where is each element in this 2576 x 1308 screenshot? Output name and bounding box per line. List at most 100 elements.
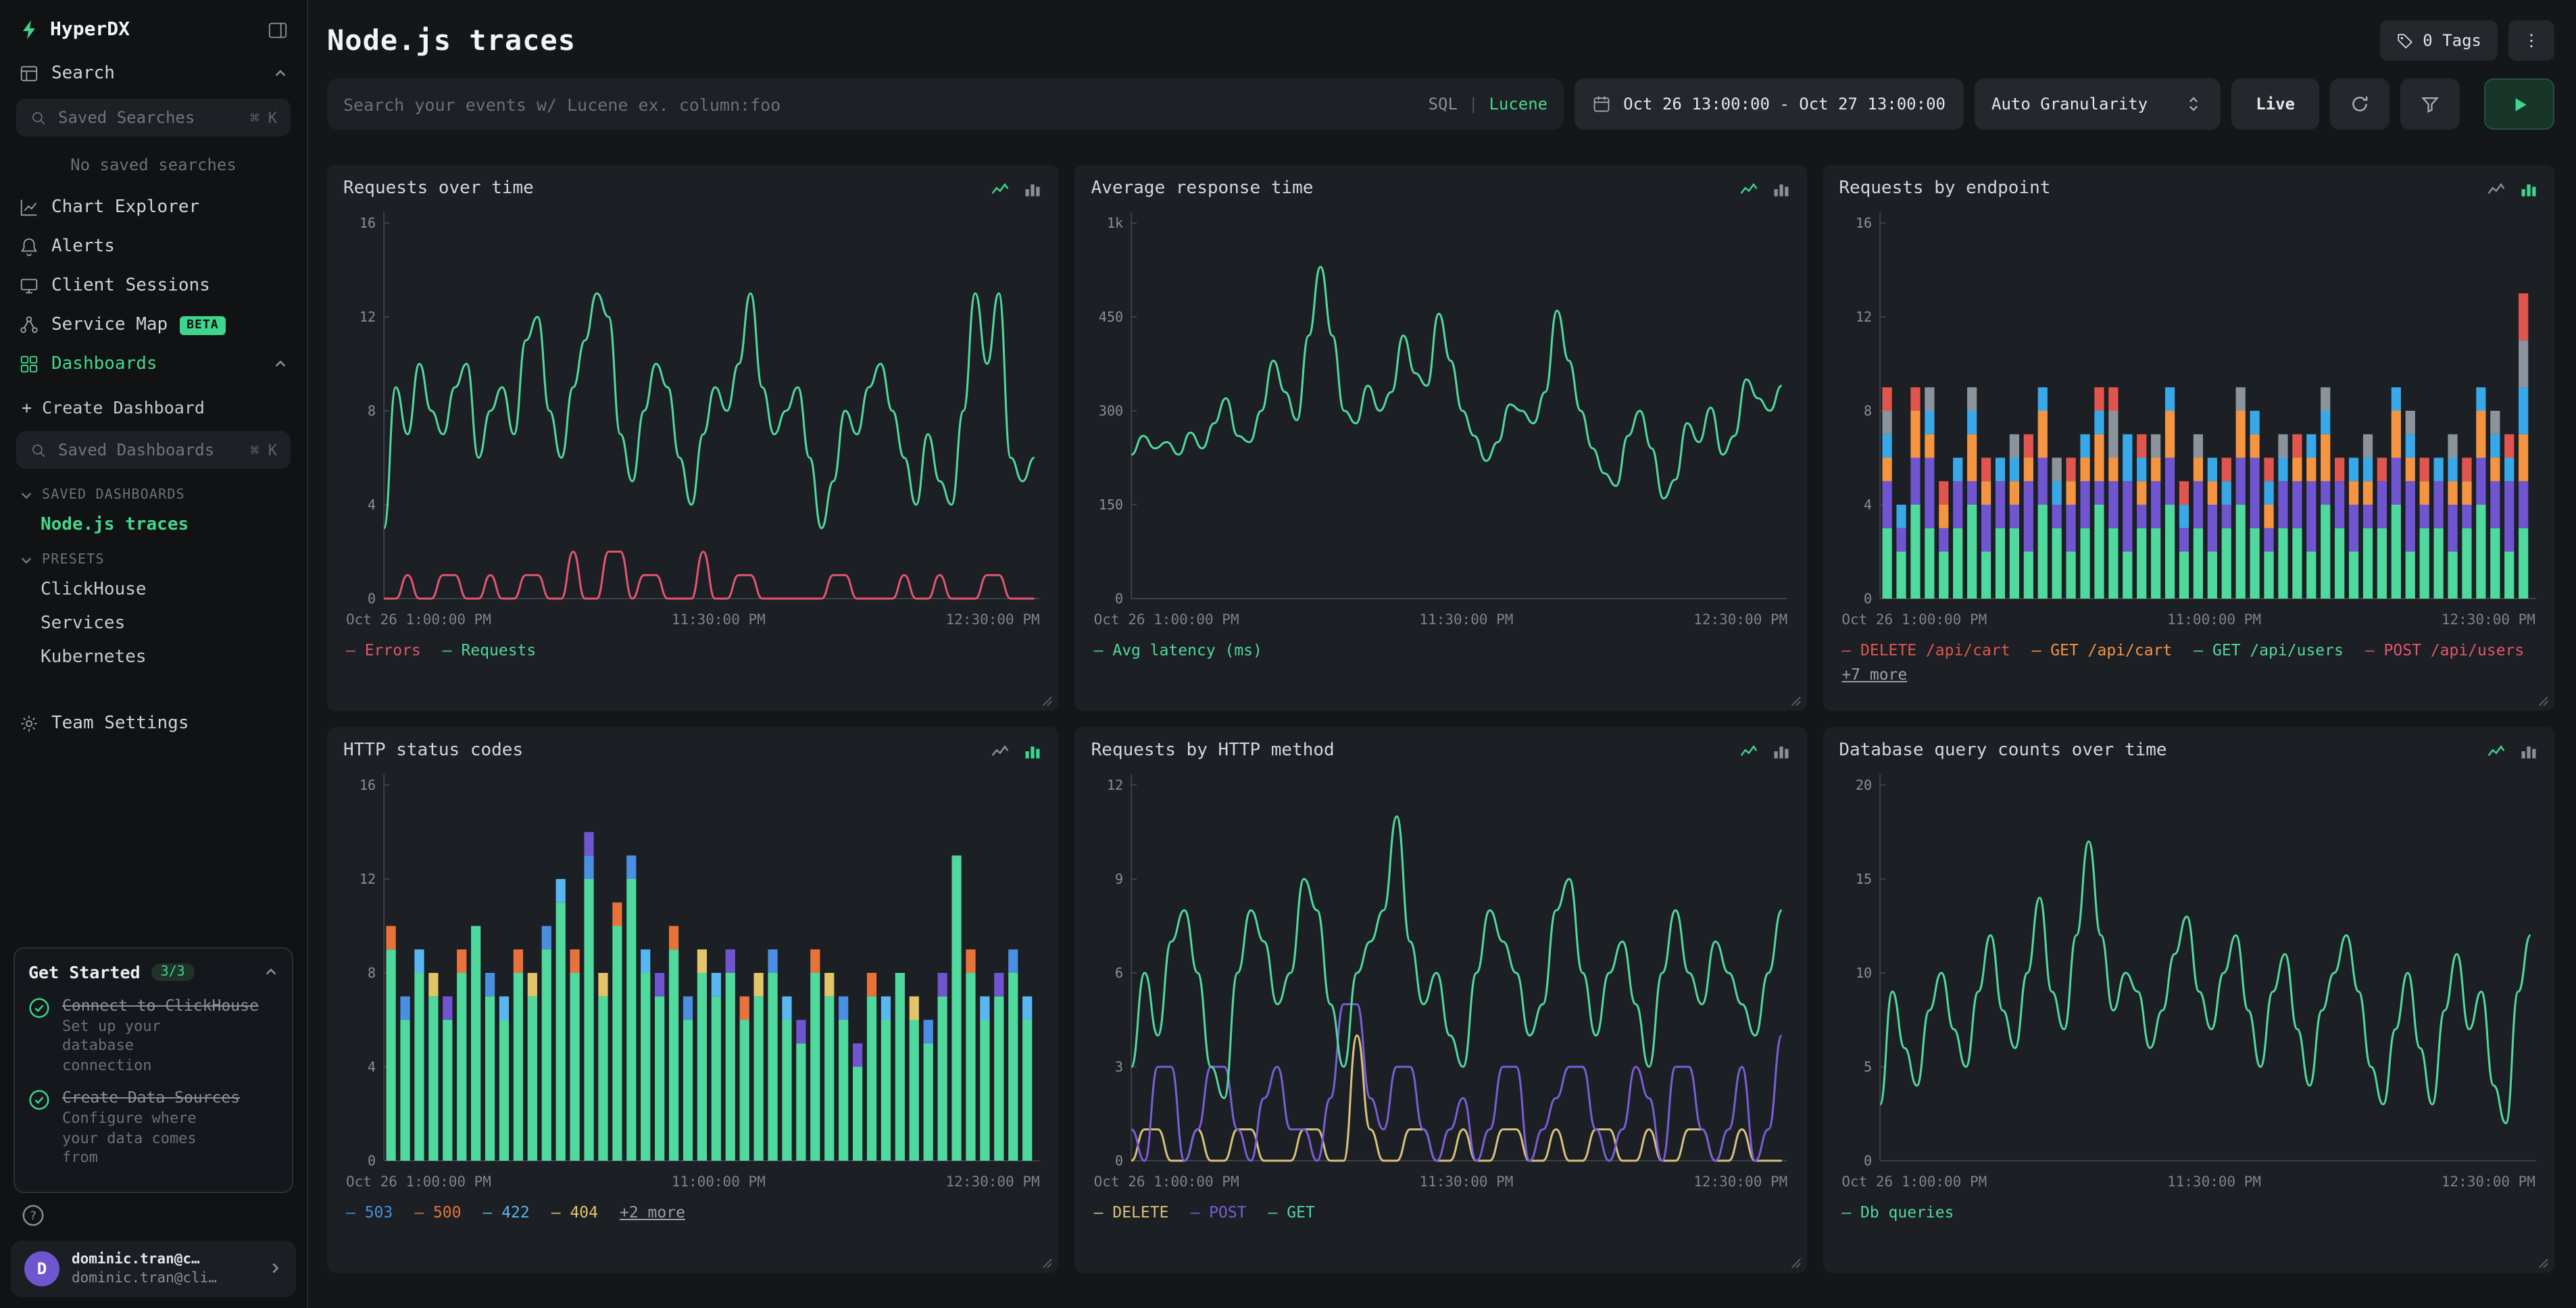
lucene-toggle[interactable]: Lucene bbox=[1489, 95, 1547, 114]
chart-card-database-query-counts: Database query counts over time 05101520… bbox=[1823, 727, 2554, 1273]
chevron-right-icon bbox=[268, 1261, 282, 1276]
saved-dashboards-input[interactable]: Saved Dashboards ⌘ K bbox=[16, 431, 291, 469]
check-circle-icon bbox=[28, 997, 50, 1076]
sidebar-preset-clickhouse[interactable]: ClickHouse bbox=[0, 573, 307, 607]
chart-plot[interactable]: 0481216 bbox=[343, 204, 1043, 609]
x-axis-label: 12:30:00 PM bbox=[2442, 1174, 2535, 1190]
legend-item[interactable]: — GET bbox=[1268, 1203, 1315, 1224]
refresh-button[interactable] bbox=[2330, 78, 2389, 130]
line-chart-toggle-icon[interactable] bbox=[1739, 179, 1758, 198]
bar-chart-toggle-icon[interactable] bbox=[1771, 741, 1790, 760]
legend-item[interactable]: — POST /api/users bbox=[2365, 640, 2524, 659]
bar-chart-toggle-icon[interactable] bbox=[1024, 741, 1043, 760]
resize-handle-icon[interactable] bbox=[2537, 1257, 2549, 1269]
filter-button[interactable] bbox=[2400, 78, 2460, 130]
legend-item[interactable]: — DELETE bbox=[1094, 1203, 1169, 1224]
tags-button[interactable]: 0 Tags bbox=[2379, 20, 2498, 61]
bar-chart-toggle-icon[interactable] bbox=[1771, 179, 1790, 198]
sidebar-item-search[interactable]: Search bbox=[0, 54, 307, 93]
chart-plot[interactable]: 05101520 bbox=[1839, 766, 2538, 1172]
resize-handle-icon[interactable] bbox=[1789, 1257, 1801, 1269]
resize-handle-icon[interactable] bbox=[1041, 1257, 1054, 1269]
get-started-item-desc: Set up your database connection bbox=[62, 1017, 224, 1076]
legend-more-link[interactable]: +2 more bbox=[620, 1203, 685, 1224]
line-chart-toggle-icon[interactable] bbox=[991, 179, 1010, 198]
line-chart-toggle-icon[interactable] bbox=[991, 741, 1010, 760]
sql-toggle[interactable]: SQL bbox=[1429, 95, 1458, 114]
resize-handle-icon[interactable] bbox=[2537, 695, 2549, 707]
bar-chart-toggle-icon[interactable] bbox=[1024, 179, 1043, 198]
get-started-item[interactable]: Connect to ClickHouse Set up your databa… bbox=[28, 995, 278, 1076]
granularity-select[interactable]: Auto Granularity bbox=[1974, 78, 2221, 130]
legend-item[interactable]: — GET /api/cart bbox=[2032, 640, 2173, 659]
bar-chart-toggle-icon[interactable] bbox=[2519, 741, 2538, 760]
chart-plot[interactable]: 0481216 bbox=[343, 766, 1043, 1172]
sidebar-preset-kubernetes[interactable]: Kubernetes bbox=[0, 640, 307, 674]
legend-item[interactable]: — Db queries bbox=[1841, 1203, 1954, 1224]
legend-item[interactable]: — Avg latency (ms) bbox=[1094, 640, 1262, 662]
svg-text:1k: 1k bbox=[1108, 215, 1124, 231]
saved-searches-input[interactable]: Saved Searches ⌘ K bbox=[16, 99, 291, 136]
legend-item[interactable]: — DELETE /api/cart bbox=[1841, 640, 2010, 659]
resize-handle-icon[interactable] bbox=[1041, 695, 1054, 707]
saved-dashboards-section-toggle[interactable]: SAVED DASHBOARDS bbox=[0, 477, 307, 508]
sidebar-item-client-sessions[interactable]: Client Sessions bbox=[0, 266, 307, 305]
granularity-value: Auto Granularity bbox=[1991, 95, 2148, 114]
bar-chart-toggle-icon[interactable] bbox=[2519, 179, 2538, 198]
chevron-up-icon[interactable] bbox=[264, 964, 278, 979]
legend-item[interactable]: — Errors bbox=[346, 640, 421, 662]
svg-text:450: 450 bbox=[1099, 309, 1124, 325]
chevron-down-icon bbox=[19, 553, 34, 568]
refresh-icon bbox=[2350, 95, 2369, 114]
chart-plot[interactable]: 036912 bbox=[1091, 766, 1791, 1172]
sidebar-item-service-map[interactable]: Service Map BETA bbox=[0, 305, 307, 345]
chart-title: Requests by endpoint bbox=[1839, 178, 2050, 199]
app-root: HyperDX Search Saved Searches ⌘ K No sav… bbox=[0, 0, 2576, 1308]
get-started-item[interactable]: Create Data Sources Configure where your… bbox=[28, 1088, 278, 1168]
legend-item[interactable]: — GET /api/users bbox=[2194, 640, 2344, 659]
svg-text:150: 150 bbox=[1099, 497, 1124, 513]
sidebar-dashboard-nodejs-traces[interactable]: Node.js traces bbox=[0, 508, 307, 542]
line-chart-toggle-icon[interactable] bbox=[2487, 741, 2506, 760]
user-menu[interactable]: D dominic.tran@c… dominic.tran@cli… bbox=[11, 1240, 296, 1297]
create-dashboard-button[interactable]: + Create Dashboard bbox=[0, 384, 307, 426]
legend-item[interactable]: — 500 bbox=[414, 1203, 461, 1224]
chart-title: Requests over time bbox=[343, 178, 534, 199]
dashboard-menu-button[interactable]: ⋮ bbox=[2508, 20, 2554, 61]
legend-item[interactable]: — POST bbox=[1190, 1203, 1246, 1224]
line-chart-toggle-icon[interactable] bbox=[2487, 179, 2506, 198]
legend-item[interactable]: — 422 bbox=[483, 1203, 530, 1224]
sidebar-item-label: Service Map bbox=[51, 315, 168, 335]
legend-item[interactable]: — 404 bbox=[551, 1203, 598, 1224]
run-query-button[interactable] bbox=[2484, 78, 2554, 130]
chart-plot[interactable]: 01503004501k bbox=[1091, 204, 1791, 609]
sidebar-item-dashboards[interactable]: Dashboards bbox=[0, 345, 307, 384]
search-icon bbox=[30, 109, 47, 126]
chart-title: Requests by HTTP method bbox=[1091, 740, 1335, 761]
sidebar-item-team-settings[interactable]: Team Settings bbox=[0, 704, 307, 743]
sidebar-item-chart-explorer[interactable]: Chart Explorer bbox=[0, 188, 307, 227]
resize-handle-icon[interactable] bbox=[1789, 695, 1801, 707]
sidebar-preset-services[interactable]: Services bbox=[0, 607, 307, 640]
time-range-picker[interactable]: Oct 26 13:00:00 - Oct 27 13:00:00 bbox=[1575, 78, 1963, 130]
x-axis-label: 12:30:00 PM bbox=[1693, 612, 1787, 628]
chart-legend: — Avg latency (ms) bbox=[1091, 640, 1791, 662]
legend-item[interactable]: — Requests bbox=[443, 640, 537, 662]
presets-section-toggle[interactable]: PRESETS bbox=[0, 542, 307, 573]
search-input[interactable] bbox=[327, 78, 1564, 130]
legend-item[interactable]: — 503 bbox=[346, 1203, 393, 1224]
svg-text:16: 16 bbox=[360, 777, 376, 793]
chart-legend: — DELETE — POST — GET bbox=[1091, 1203, 1791, 1224]
live-button[interactable]: Live bbox=[2231, 78, 2319, 130]
sidebar-collapse-icon[interactable] bbox=[268, 20, 288, 40]
help-button[interactable]: ? bbox=[0, 1201, 307, 1234]
chart-plot[interactable]: 0481216 bbox=[1839, 204, 2538, 609]
line-chart-toggle-icon[interactable] bbox=[1739, 741, 1758, 760]
saved-dashboards-placeholder: Saved Dashboards bbox=[58, 441, 214, 459]
sidebar-item-alerts[interactable]: Alerts bbox=[0, 227, 307, 266]
x-axis-label: 11:30:00 PM bbox=[2167, 1174, 2261, 1190]
chart-legend: — Errors — Requests bbox=[343, 640, 1043, 662]
svg-text:12: 12 bbox=[360, 309, 376, 325]
svg-text:8: 8 bbox=[368, 403, 376, 419]
legend-more-link[interactable]: +7 more bbox=[1841, 665, 1907, 684]
